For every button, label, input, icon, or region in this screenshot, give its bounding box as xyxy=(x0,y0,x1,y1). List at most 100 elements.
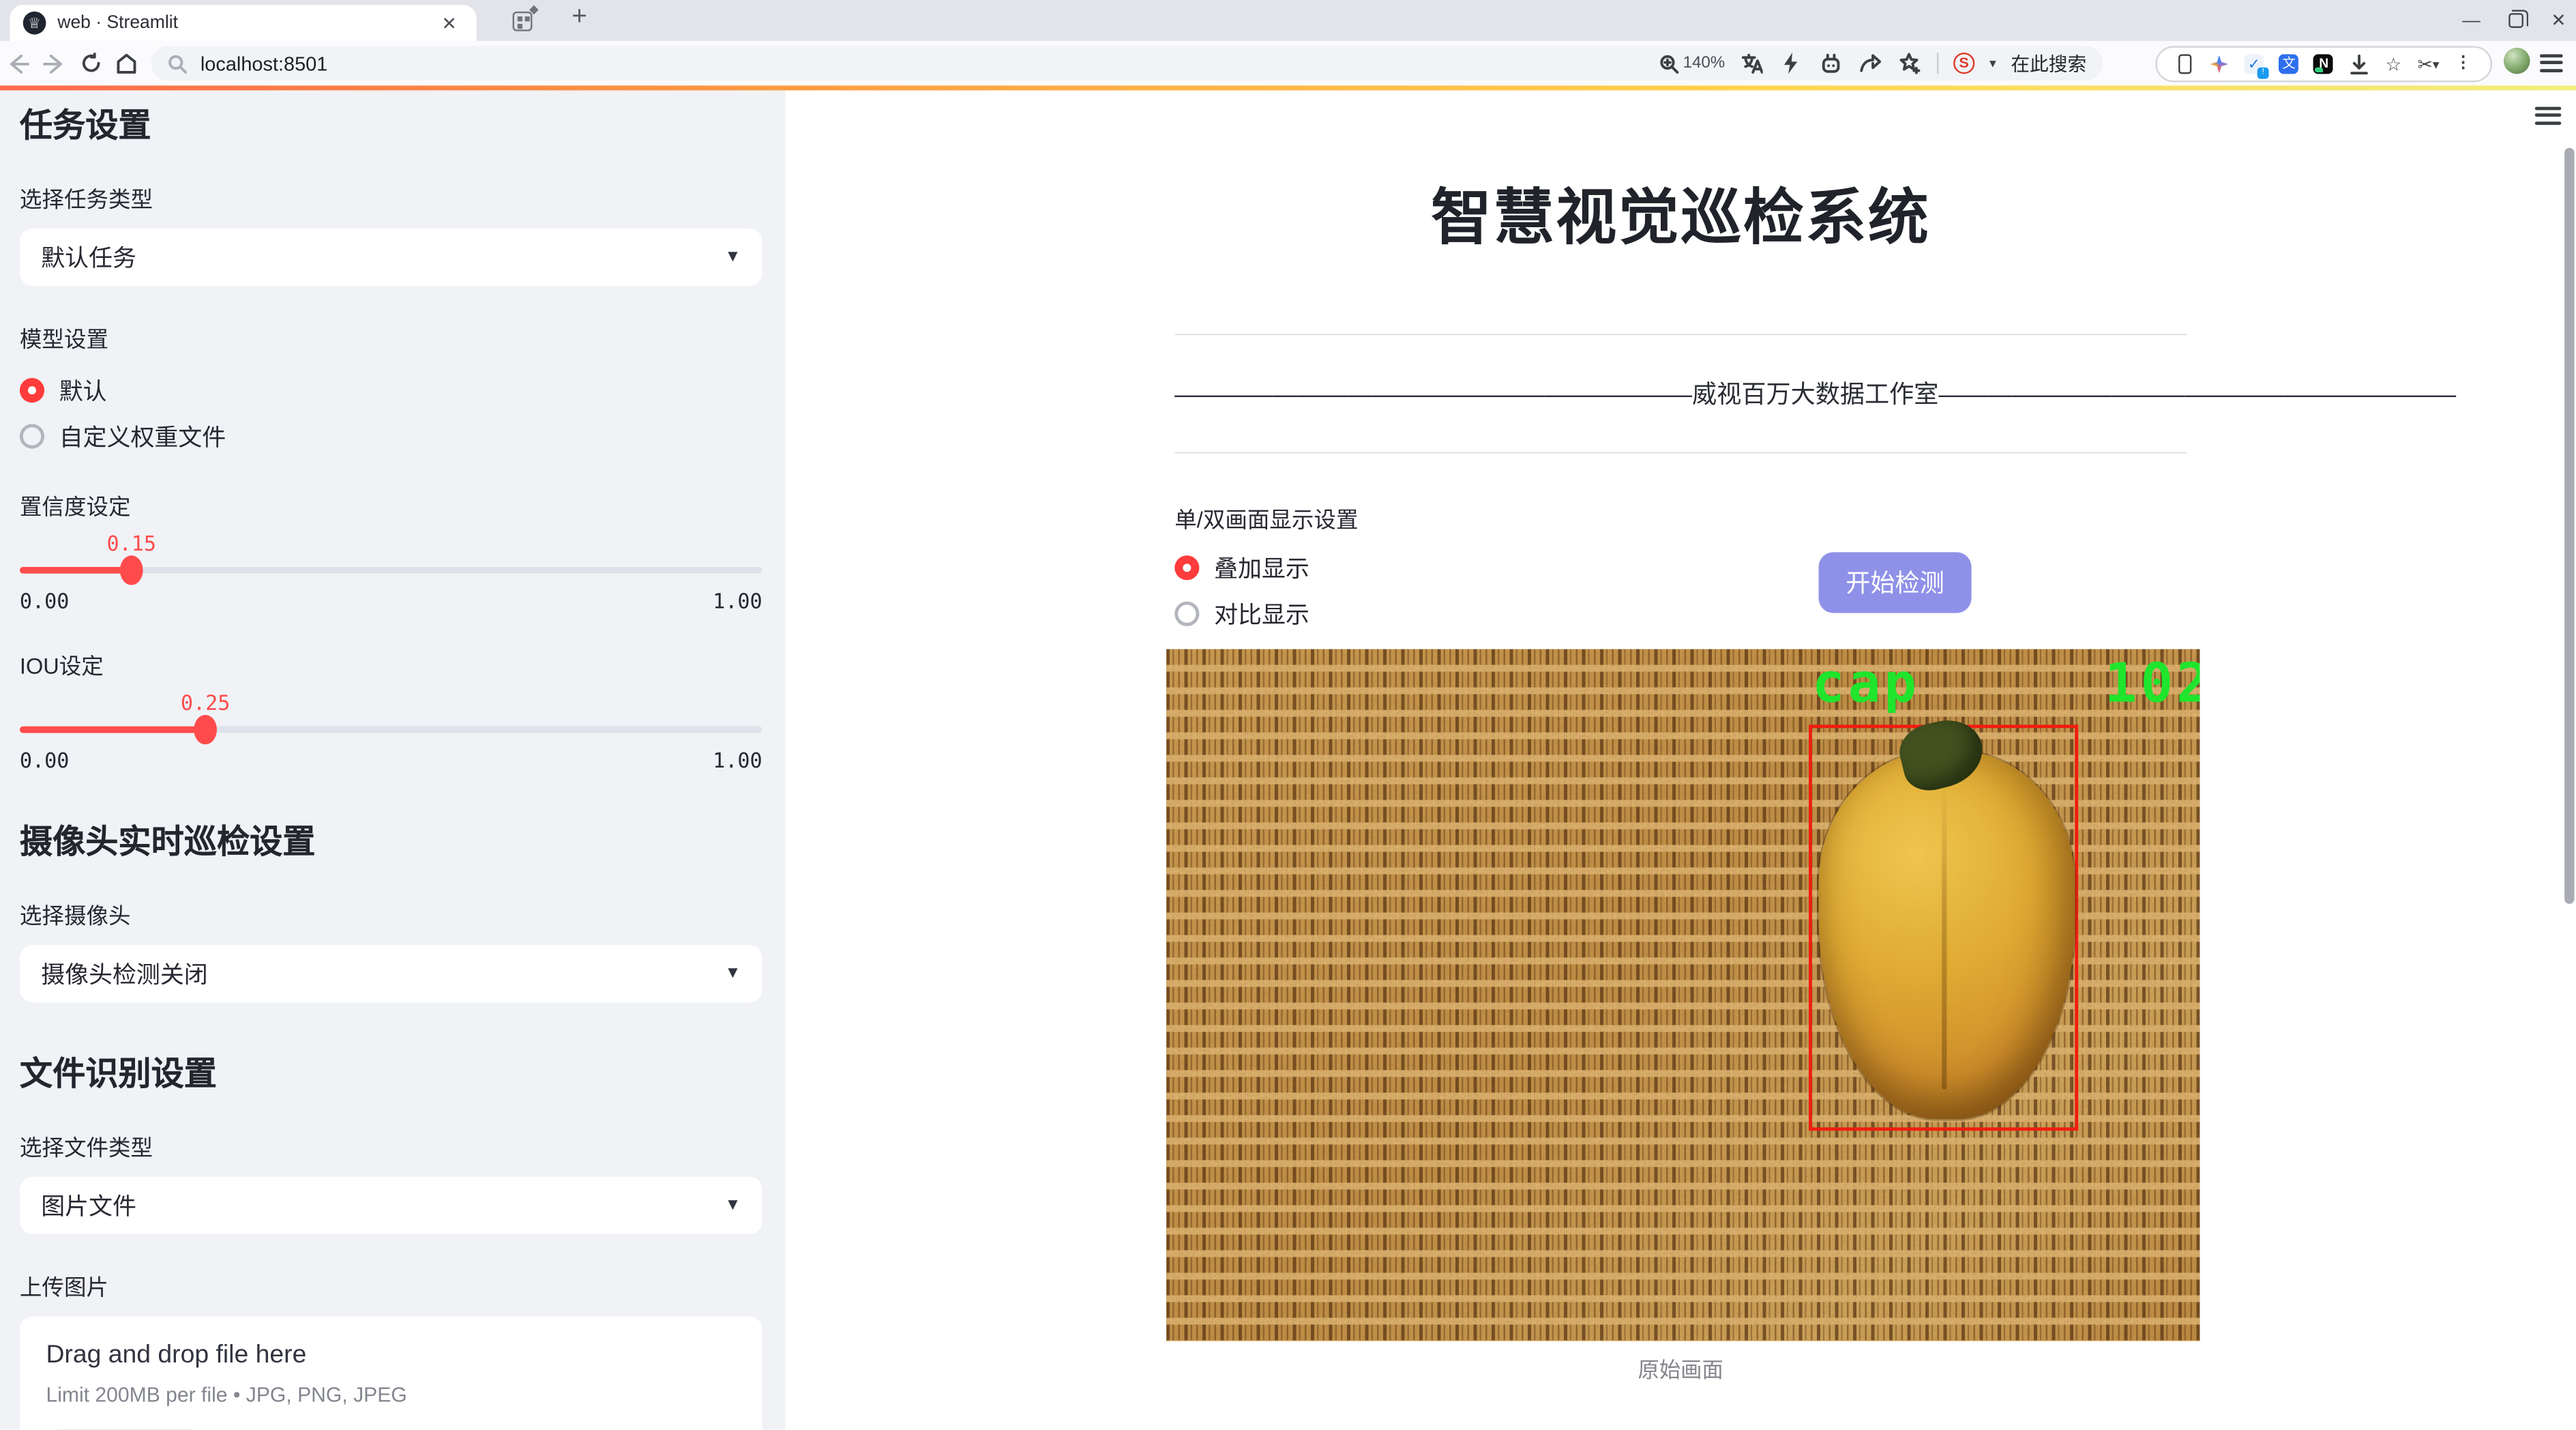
favorites-star-icon[interactable]: ☆ xyxy=(2382,53,2405,76)
home-button[interactable] xyxy=(108,53,145,74)
browser-tab-bar: ♕ web · Streamlit ✕ + — ✕ xyxy=(0,0,2576,42)
radio-unselected-icon[interactable] xyxy=(1174,601,1200,626)
studio-line: —————————————————————威视百万大数据工作室—————————… xyxy=(1174,381,2457,409)
bookmark-star-add-icon[interactable] xyxy=(1897,51,1922,76)
gemini-extension-icon[interactable] xyxy=(2208,53,2231,76)
streamlit-favicon-icon: ♕ xyxy=(23,11,46,35)
iou-label: IOU设定 xyxy=(19,654,104,679)
restore-button[interactable] xyxy=(2508,9,2528,28)
image-caption: 原始画面 xyxy=(1638,1357,1723,1382)
file-type-value: 图片文件 xyxy=(41,1195,136,1221)
browser-window: ♕ web · Streamlit ✕ + — ✕ localhost:8501… xyxy=(0,0,2576,1430)
share-arrow-icon[interactable] xyxy=(1858,51,1882,76)
page-scrollbar[interactable] xyxy=(2563,90,2576,1429)
slider-thumb[interactable] xyxy=(194,714,217,745)
task-type-value: 默认任务 xyxy=(41,246,136,273)
radio-model-default[interactable]: 默认 xyxy=(19,373,763,408)
radio-label: 默认 xyxy=(59,379,107,406)
new-tab-button[interactable]: + xyxy=(572,3,587,33)
search-here-label[interactable]: 在此搜索 xyxy=(2011,50,2086,76)
file-uploader-dropzone[interactable]: Drag and drop file here Limit 200MB per … xyxy=(19,1316,763,1430)
chevron-down-icon: ▼ xyxy=(724,964,741,983)
slider-value: 0.25 xyxy=(180,690,231,715)
radio-selected-icon[interactable] xyxy=(19,378,45,403)
radio-overlay-display[interactable]: 叠加显示 xyxy=(1174,551,2187,585)
confidence-label: 置信度设定 xyxy=(19,495,131,520)
window-controls: — ✕ xyxy=(2462,0,2566,41)
more-options-icon[interactable]: ⋮ xyxy=(2452,53,2475,76)
forward-button[interactable] xyxy=(36,53,72,73)
page-title: 智慧视觉巡检系统 xyxy=(1431,184,1931,252)
radio-model-custom[interactable]: 自定义权重文件 xyxy=(19,419,763,454)
close-button[interactable]: ✕ xyxy=(2551,10,2566,31)
task-type-select[interactable]: 默认任务 ▼ xyxy=(19,228,763,287)
screenshot-scissors-icon[interactable]: ✂ ▾ xyxy=(2417,53,2440,76)
file-type-select[interactable]: 图片文件 ▼ xyxy=(19,1176,763,1235)
translate-page-icon[interactable] xyxy=(1740,51,1764,76)
translate-extension-icon[interactable]: 文 xyxy=(2277,53,2300,76)
back-button[interactable] xyxy=(0,53,36,73)
slider-thumb[interactable] xyxy=(119,555,143,585)
camera-select[interactable]: 摄像头检测关闭 ▼ xyxy=(19,945,763,1003)
lightning-icon[interactable] xyxy=(1779,51,1804,76)
iou-slider: 0.25 0.00 1.00 xyxy=(19,690,763,773)
model-settings-label: 模型设置 xyxy=(19,327,108,352)
browser-tab[interactable]: ♕ web · Streamlit ✕ xyxy=(10,5,477,42)
slider-track[interactable] xyxy=(19,714,763,745)
yellow-pepper xyxy=(1818,750,2075,1120)
streamlit-menu-icon[interactable] xyxy=(2534,106,2562,129)
address-bar[interactable]: localhost:8501 140% S ▾ 在此搜索 xyxy=(151,46,2103,81)
detection-image: cap 1020 xyxy=(1166,649,2200,1341)
toolbar-divider xyxy=(1936,53,1939,74)
slider-min: 0.00 xyxy=(19,747,70,773)
slider-fill xyxy=(19,567,132,574)
start-detection-button[interactable]: 开始检测 xyxy=(1818,552,1972,613)
check-badge-extension-icon[interactable]: ✓ xyxy=(2242,53,2269,79)
browser-menu-icon[interactable] xyxy=(2539,54,2563,76)
scrollbar-thumb[interactable] xyxy=(2564,147,2575,904)
dropzone-limit: Limit 200MB per file • JPG, PNG, JPEG xyxy=(46,1384,407,1407)
main-content: 智慧视觉巡检系统 —————————————————————威视百万大数据工作室… xyxy=(785,90,2576,1430)
url-text[interactable]: localhost:8501 xyxy=(201,52,1660,75)
display-mode-label: 单/双画面显示设置 xyxy=(1174,508,1359,533)
minimize-button[interactable]: — xyxy=(2462,11,2480,31)
sidebar-section-file-title: 文件识别设置 xyxy=(19,1056,217,1093)
sidebar-section-task-title: 任务设置 xyxy=(19,108,151,145)
search-engine-icon[interactable]: S xyxy=(1953,53,1975,74)
chevron-down-icon: ▼ xyxy=(724,248,741,267)
chevron-down-icon[interactable]: ▾ xyxy=(1989,56,1996,71)
display-mode-group: 叠加显示 对比显示 开始检测 xyxy=(1174,551,2187,631)
task-type-label: 选择任务类型 xyxy=(19,187,153,212)
tab-close-icon[interactable]: ✕ xyxy=(435,12,463,33)
refresh-button[interactable] xyxy=(72,53,108,74)
extensions-toolbar: ✓ 文 N ☆ ✂▾ ⋮ xyxy=(2155,46,2493,83)
radio-unselected-icon[interactable] xyxy=(19,424,45,449)
zoom-control[interactable]: 140% xyxy=(1660,53,1725,73)
slider-max: 1.00 xyxy=(713,588,763,613)
confidence-slider: 0.15 0.00 1.00 xyxy=(19,531,763,613)
tab-title: web · Streamlit xyxy=(57,13,179,33)
tab-workspaces-icon[interactable] xyxy=(512,11,533,31)
camera-label: 选择摄像头 xyxy=(19,903,131,929)
search-icon xyxy=(168,53,188,73)
slider-min: 0.00 xyxy=(19,588,70,613)
slider-track[interactable] xyxy=(19,555,763,585)
slider-fill xyxy=(19,726,206,733)
phone-extension-icon[interactable] xyxy=(2173,53,2196,76)
radio-compare-display[interactable]: 对比显示 xyxy=(1174,596,2187,631)
camera-value: 摄像头检测关闭 xyxy=(41,963,208,990)
extension-plug-icon[interactable] xyxy=(1818,51,1843,76)
streamlit-app: 任务设置 选择任务类型 默认任务 ▼ 模型设置 默认 自定义权重文件 置信度设定… xyxy=(0,90,2576,1430)
radio-selected-icon[interactable] xyxy=(1174,555,1200,581)
profile-avatar[interactable] xyxy=(2503,47,2530,74)
zoom-level: 140% xyxy=(1683,54,1726,72)
slider-value: 0.15 xyxy=(106,531,156,556)
radio-label: 对比显示 xyxy=(1214,603,1309,630)
download-icon[interactable] xyxy=(2347,53,2370,76)
divider xyxy=(1174,452,2187,454)
n-extension-icon[interactable]: N xyxy=(2312,53,2335,76)
sidebar-section-camera-title: 摄像头实时巡检设置 xyxy=(19,825,316,862)
divider xyxy=(1174,333,2187,336)
address-bar-controls: 140% S ▾ 在此搜索 xyxy=(1660,50,2086,76)
dropzone-title: Drag and drop file here xyxy=(46,1341,307,1369)
